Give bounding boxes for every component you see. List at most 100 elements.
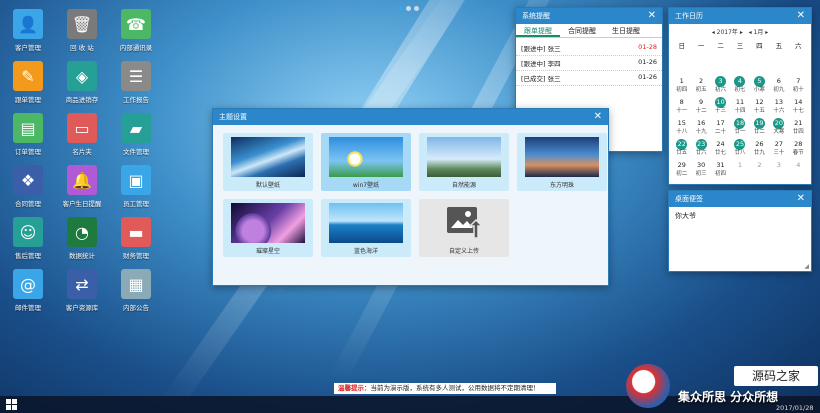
calendar-day[interactable]: 2 — [750, 159, 769, 180]
desktop-icon-contract[interactable]: ❖ 合同管理 — [2, 165, 54, 208]
calendar-day[interactable]: 4 — [789, 159, 808, 180]
calendar-day[interactable]: 20 大寒 — [769, 117, 788, 138]
notes-textarea[interactable]: 你大爷 — [669, 207, 811, 263]
theme-option[interactable]: 默认壁纸 — [223, 133, 313, 191]
calendar-day[interactable]: 1 初四 — [672, 75, 691, 96]
desktop-icon-wallet[interactable]: ▬ 财务管理 — [110, 217, 162, 260]
calendar-day[interactable]: 23 廿六 — [691, 138, 710, 159]
calendar-day[interactable]: 14 十七 — [789, 96, 808, 117]
desktop-icon-label: 客户资源库 — [65, 304, 99, 312]
calendar-day[interactable]: 26 廿九 — [750, 138, 769, 159]
calendar-nav: ◂ 2017年 ▸ ◂ 1月 ▸ — [669, 24, 811, 39]
lunar-date: 初四 — [715, 171, 727, 177]
calendar-day[interactable]: 16 十九 — [691, 117, 710, 138]
calendar-day[interactable]: 30 初三 — [691, 159, 710, 180]
start-button[interactable] — [6, 399, 17, 410]
desktop-icon-box[interactable]: ◈ 商品进销存 — [56, 61, 108, 104]
desktop-icon-user[interactable]: 👤 客户管理 — [2, 9, 54, 52]
page-indicator[interactable] — [398, 6, 419, 11]
theme-option[interactable]: 璀璨星空 — [223, 199, 313, 257]
desktop-icon-label: 名片夹 — [72, 148, 92, 156]
day-number: 26 — [755, 140, 764, 148]
calendar-day[interactable]: 6 初九 — [769, 75, 788, 96]
tab-contract[interactable]: 合同提醒 — [560, 24, 604, 37]
desktop-icon-bell[interactable]: 🔔 客户生日提醒 — [56, 165, 108, 208]
calendar-day[interactable]: 28 春节 — [789, 138, 808, 159]
notes-titlebar[interactable]: 桌面便签 ✕ — [669, 191, 811, 207]
calendar-day[interactable]: 9 十二 — [691, 96, 710, 117]
theme-thumbnail — [231, 137, 305, 177]
day-number: 25 — [734, 139, 746, 150]
calendar-day[interactable]: 2 初五 — [691, 75, 710, 96]
calendar-day[interactable]: 24 廿七 — [711, 138, 730, 159]
calendar-day[interactable]: 3 初六 — [711, 75, 730, 96]
theme-option[interactable]: 东方明珠 — [517, 133, 607, 191]
calendar-day[interactable]: 21 廿四 — [789, 117, 808, 138]
lunar-date: 廿九 — [753, 150, 765, 156]
calendar-day[interactable]: 8 十一 — [672, 96, 691, 117]
close-icon[interactable]: ✕ — [797, 194, 805, 204]
reminder-titlebar[interactable]: 系统提醒 ✕ — [516, 8, 662, 24]
desktop-icon-chart[interactable]: ◔ 数据统计 — [56, 217, 108, 260]
calendar-day[interactable]: 25 廿八 — [730, 138, 749, 159]
prev-month-icon[interactable]: ◂ — [749, 29, 752, 36]
reminder-row[interactable]: [跟进中] 张三 01-28 — [516, 41, 662, 56]
theme-settings-window[interactable]: 主题设置 ✕ 默认壁纸 win7壁纸 自然能源 东方明珠璀璨星空 蓝色海洋 自定义上传 — [212, 108, 609, 286]
calendar-day[interactable]: 10 十三 — [711, 96, 730, 117]
theme-option[interactable]: 自定义上传 — [419, 199, 509, 257]
desktop-icon-edit[interactable]: ✎ 跟单管理 — [2, 61, 54, 104]
tab-birthday[interactable]: 生日提醒 — [604, 24, 648, 37]
lunar-date: 初四 — [676, 87, 688, 93]
calendar-day[interactable]: 15 十八 — [672, 117, 691, 138]
close-icon[interactable]: ✕ — [594, 112, 602, 122]
calendar-day[interactable]: 18 廿一 — [730, 117, 749, 138]
calendar-day[interactable]: 13 十六 — [769, 96, 788, 117]
desktop-icon-mail[interactable]: @ 邮件管理 — [2, 269, 54, 312]
calendar-day[interactable]: 27 三十 — [769, 138, 788, 159]
desktop-icon-order[interactable]: ▤ 订单管理 — [2, 113, 54, 156]
desktop-icon-label: 财务管理 — [123, 252, 149, 260]
next-year-icon[interactable]: ▸ — [740, 29, 743, 36]
calendar-day[interactable]: 3 — [769, 159, 788, 180]
work-calendar-window[interactable]: 工作日历 ✕ ◂ 2017年 ▸ ◂ 1月 ▸ 日一二三四五六 1 初四 2 初五 3 初六… — [668, 7, 812, 185]
desktop-icon-contacts[interactable]: ☎ 内部通讯录 — [110, 9, 162, 52]
calendar-day[interactable]: 5 小寒 — [750, 75, 769, 96]
day-number: 19 — [753, 118, 765, 129]
theme-option[interactable]: 自然能源 — [419, 133, 509, 191]
desktop-notes-window[interactable]: 桌面便签 ✕ 你大爷 ◢ — [668, 190, 812, 272]
prev-year-icon[interactable]: ◂ — [712, 29, 715, 36]
calendar-year: 2017年 — [716, 29, 738, 36]
desktop-icon-staff[interactable]: ▣ 员工管理 — [110, 165, 162, 208]
calendar-day[interactable]: 29 初二 — [672, 159, 691, 180]
tab-follow-up[interactable]: 跟单提醒 — [516, 24, 560, 37]
calendar-day[interactable]: 11 十四 — [730, 96, 749, 117]
reminder-row[interactable]: [跟进中] 李四 01-26 — [516, 56, 662, 71]
close-icon[interactable]: ✕ — [648, 11, 656, 21]
desktop-icon-service[interactable]: ☺ 售后管理 — [2, 217, 54, 260]
theme-option[interactable]: win7壁纸 — [321, 133, 411, 191]
desktop-icon-notice[interactable]: ▦ 内部公告 — [110, 269, 162, 312]
theme-option[interactable]: 蓝色海洋 — [321, 199, 411, 257]
lunar-date: 初九 — [773, 87, 785, 93]
notice-icon: ▦ — [121, 269, 151, 299]
theme-titlebar[interactable]: 主题设置 ✕ — [213, 109, 608, 125]
calendar-day[interactable]: 31 初四 — [711, 159, 730, 180]
calendar-day[interactable]: 17 二十 — [711, 117, 730, 138]
desktop-icon-report[interactable]: ☰ 工作报告 — [110, 61, 162, 104]
desktop-icon-folder[interactable]: ▰ 文件管理 — [110, 113, 162, 156]
close-icon[interactable]: ✕ — [797, 11, 805, 21]
calendar-day[interactable]: 22 廿五 — [672, 138, 691, 159]
calendar-day[interactable]: 12 十五 — [750, 96, 769, 117]
reminder-row[interactable]: [已成交] 张三 01-26 — [516, 71, 662, 86]
calendar-day[interactable]: 19 廿二 — [750, 117, 769, 138]
calendar-day[interactable]: 4 初七 — [730, 75, 749, 96]
desktop-icon-card[interactable]: ▭ 名片夹 — [56, 113, 108, 156]
desktop-icon-trash[interactable]: 🗑 回 收 站 — [56, 9, 108, 52]
calendar-day[interactable]: 1 — [730, 159, 749, 180]
bell-icon: 🔔 — [67, 165, 97, 195]
calendar-titlebar[interactable]: 工作日历 ✕ — [669, 8, 811, 24]
desktop-icon-resource[interactable]: ⇄ 客户资源库 — [56, 269, 108, 312]
calendar-day[interactable]: 7 初十 — [789, 75, 808, 96]
next-month-icon[interactable]: ▸ — [765, 29, 768, 36]
resize-handle-icon[interactable]: ◢ — [804, 263, 809, 270]
